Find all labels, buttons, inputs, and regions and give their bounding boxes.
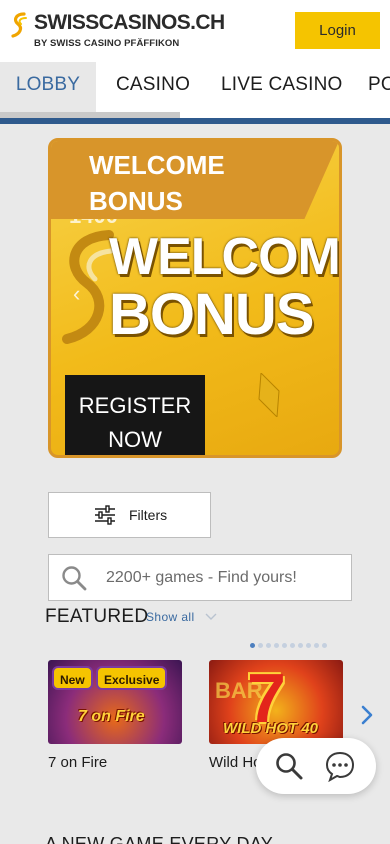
banner-art-bonus: BONUS	[109, 282, 314, 347]
top-header: SWISSCASINOS.CH BY SWISS CASINO PFÄFFIKO…	[0, 0, 390, 62]
game-art-title: 7 on Fire	[78, 708, 145, 725]
carousel-dot[interactable]	[266, 643, 271, 648]
game-art-title: WILD HOT 40	[223, 720, 319, 737]
featured-heading: FEATURED	[45, 606, 149, 627]
exclusive-badge: Exclusive	[96, 666, 168, 690]
carousel-dot[interactable]	[250, 643, 255, 648]
main-nav: LOBBY CASINO LIVE CASINO PO	[0, 62, 390, 118]
banner-prev-icon[interactable]: ‹	[73, 281, 80, 307]
tab-lobby[interactable]: LOBBY	[0, 62, 96, 118]
logo-mark-icon	[11, 12, 27, 38]
section-heading: A NEW GAME EVERY DAY	[45, 834, 274, 844]
chevron-down-icon[interactable]	[205, 611, 217, 621]
tab-casino[interactable]: CASINO	[116, 62, 190, 118]
search-icon[interactable]	[274, 751, 304, 781]
floating-help-widget	[256, 738, 376, 794]
carousel-dot[interactable]	[322, 643, 327, 648]
game-name[interactable]: 7 on Fire	[48, 754, 107, 771]
game-tile-wild-hot-40[interactable]: BAR 7 WILD HOT 40	[209, 660, 343, 744]
carousel-dot[interactable]	[282, 643, 287, 648]
carousel-dot[interactable]	[290, 643, 295, 648]
logo-title: SWISSCASINOS.CH	[34, 11, 225, 34]
search-icon	[62, 566, 87, 591]
carousel-dot[interactable]	[274, 643, 279, 648]
carousel-dot[interactable]	[298, 643, 303, 648]
carousel-dot[interactable]	[314, 643, 319, 648]
show-all-link[interactable]: Show all	[146, 610, 195, 624]
carousel-dot[interactable]	[306, 643, 311, 648]
game-search-input[interactable]: 2200+ games - Find yours!	[48, 554, 352, 601]
welcome-bonus-banner[interactable]: 1400 WELCOME BONUS ‹ WELCOME BONUS REGIS…	[48, 138, 342, 458]
chevron-right-icon[interactable]	[360, 705, 374, 725]
tab-poker[interactable]: PO	[368, 62, 390, 118]
chat-icon[interactable]	[324, 750, 356, 782]
banner-art-welcome: WELCOME	[109, 228, 340, 286]
banner-headline-line-1: WELCOME	[89, 150, 225, 180]
new-badge: New	[52, 666, 93, 690]
logo-subtitle: BY SWISS CASINO PFÄFFIKON	[34, 38, 180, 49]
tab-live-casino[interactable]: LIVE CASINO	[221, 62, 343, 118]
banner-headline: WELCOME BONUS	[89, 147, 225, 219]
sliders-icon	[95, 505, 115, 525]
filters-label: Filters	[129, 507, 168, 523]
login-button[interactable]: Login	[295, 12, 380, 49]
register-now-button[interactable]: REGISTER NOW	[65, 375, 205, 455]
filters-button[interactable]: Filters	[48, 492, 211, 538]
search-placeholder: 2200+ games - Find yours!	[106, 569, 297, 586]
game-tile-7-on-fire[interactable]: New Exclusive 7 on Fire	[48, 660, 182, 744]
nav-divider	[0, 118, 390, 124]
gold-shard-icon	[258, 373, 280, 417]
banner-headline-line-2: BONUS	[89, 186, 183, 216]
carousel-dot[interactable]	[258, 643, 263, 648]
